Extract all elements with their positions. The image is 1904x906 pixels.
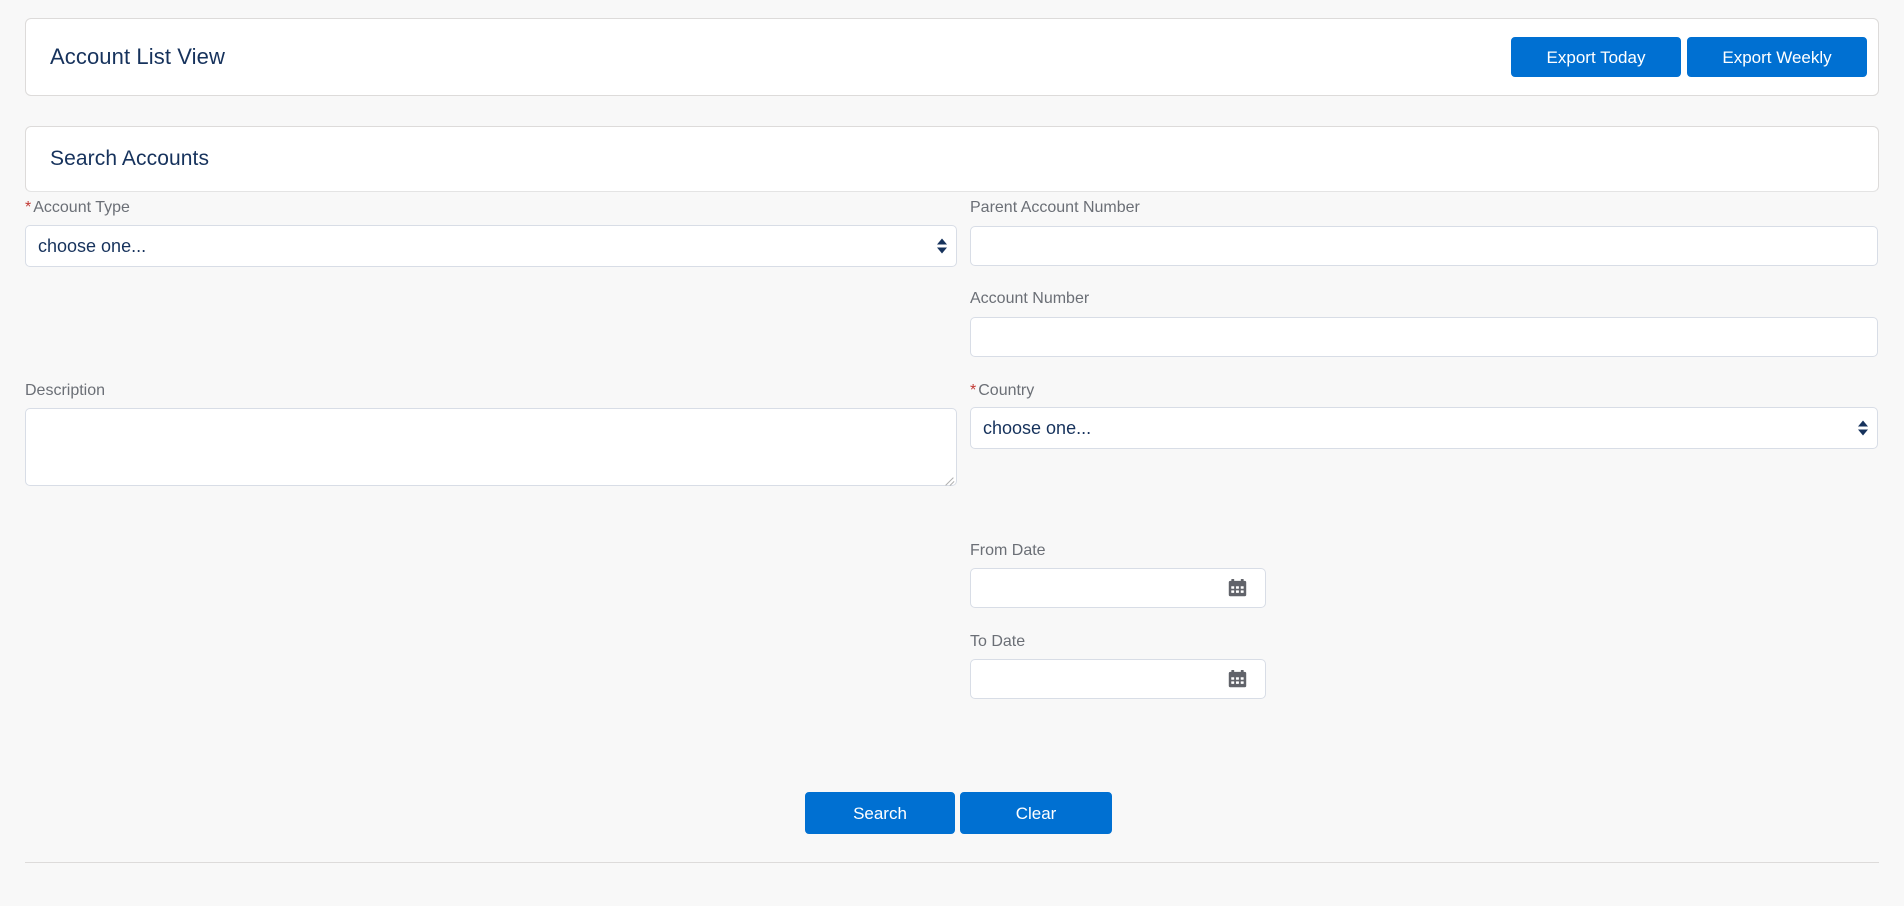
from-date-label: From Date xyxy=(970,542,1046,560)
export-today-button[interactable]: Export Today xyxy=(1511,37,1681,77)
parent-account-number-input[interactable] xyxy=(970,226,1878,266)
page-title: Account List View xyxy=(50,44,225,70)
country-label: *Country xyxy=(970,382,1034,400)
to-date-label: To Date xyxy=(970,633,1025,651)
description-label: Description xyxy=(25,382,105,400)
from-date-input[interactable] xyxy=(970,568,1266,608)
search-button[interactable]: Search xyxy=(805,792,955,834)
search-accounts-card: Search Accounts xyxy=(25,126,1879,192)
country-selected-value: choose one... xyxy=(983,418,1091,439)
chevron-updown-icon xyxy=(1858,421,1868,436)
account-number-label: Account Number xyxy=(970,290,1089,308)
account-type-selected-value: choose one... xyxy=(38,236,146,257)
account-type-select[interactable]: choose one... xyxy=(25,225,957,267)
account-type-label-text: Account Type xyxy=(33,199,130,216)
account-type-label: *Account Type xyxy=(25,199,130,217)
clear-button[interactable]: Clear xyxy=(960,792,1112,834)
panel-bottom-divider xyxy=(25,862,1879,863)
description-textarea[interactable] xyxy=(25,408,957,486)
required-asterisk-icon: * xyxy=(970,382,976,399)
search-accounts-heading: Search Accounts xyxy=(50,147,209,171)
country-label-text: Country xyxy=(978,382,1034,399)
page-root: Account List View Export Today Export We… xyxy=(0,0,1904,906)
account-number-input[interactable] xyxy=(970,317,1878,357)
parent-account-number-label: Parent Account Number xyxy=(970,199,1140,217)
to-date-input[interactable] xyxy=(970,659,1266,699)
calendar-icon[interactable] xyxy=(1228,670,1247,688)
calendar-icon[interactable] xyxy=(1228,579,1247,597)
chevron-updown-icon xyxy=(937,239,947,254)
export-weekly-button[interactable]: Export Weekly xyxy=(1687,37,1867,77)
country-select[interactable]: choose one... xyxy=(970,407,1878,449)
required-asterisk-icon: * xyxy=(25,199,31,216)
